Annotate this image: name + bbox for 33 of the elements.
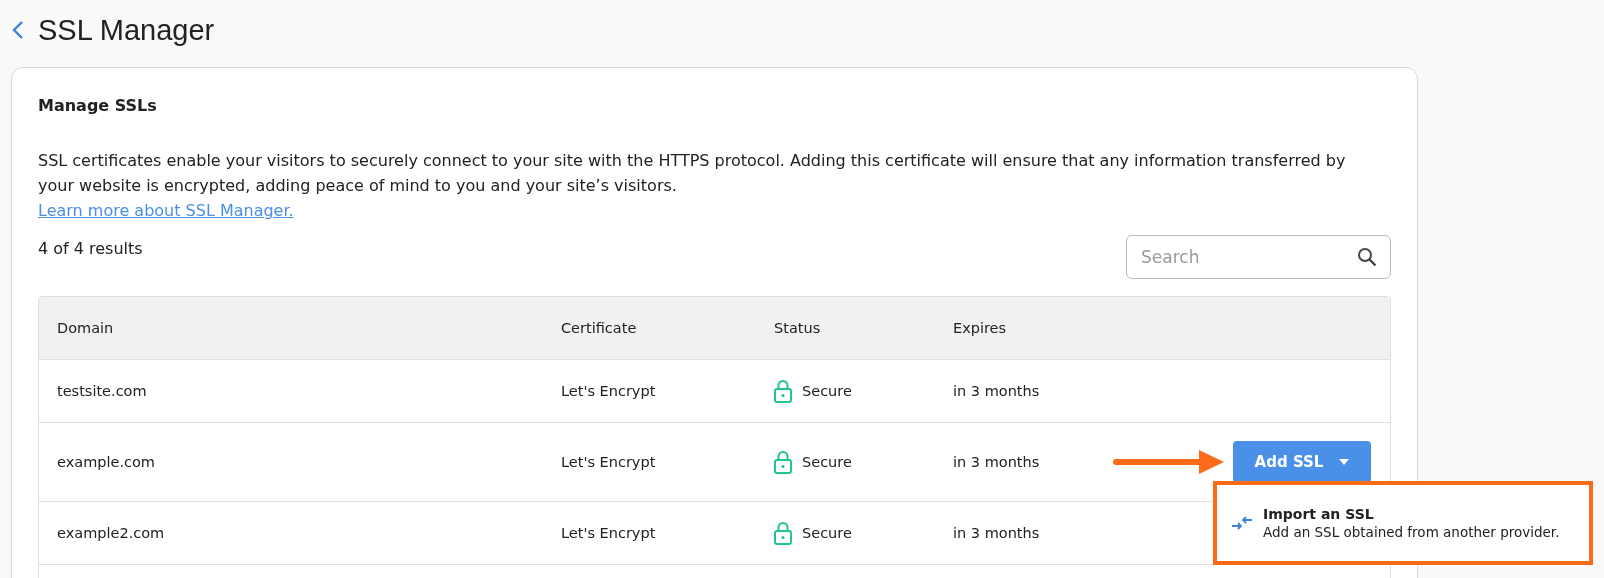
table-cell-text: in 3 months	[952, 383, 1041, 399]
page-title: SSL Manager	[38, 13, 215, 47]
search-field[interactable]: Search	[1126, 235, 1391, 279]
description: SSL certificates enable your visitors to securely connect to your site with the HTTPS protocol. Adding this certificate will ensure that any information transferred by your website is encrypted, adding peace of mind to you and your site’s visitors.	[38, 150, 1347, 197]
lock-icon	[774, 521, 792, 545]
column-header: Status	[773, 320, 822, 336]
status-text: Secure	[802, 525, 852, 541]
search-icon[interactable]	[1357, 247, 1377, 267]
table-cell-text: example.com	[56, 454, 156, 470]
column-header: Expires	[952, 320, 1008, 336]
menu-item-description: Add an SSL obtained from another provider.	[1263, 524, 1560, 540]
table-cell-text: testsite.com	[56, 383, 148, 399]
menu-item-title: Import an SSL	[1263, 506, 1375, 522]
lock-icon	[774, 379, 792, 403]
section-heading: Manage SSLs	[38, 96, 158, 115]
status-text: Secure	[802, 454, 852, 470]
add-ssl-button[interactable]: Add SSL	[1233, 441, 1371, 483]
import-arrows-icon	[1231, 515, 1253, 531]
column-header: Certificate	[560, 320, 638, 336]
lock-icon	[774, 450, 792, 474]
table-cell-text: Let's Encrypt	[560, 525, 657, 541]
status-text: Secure	[802, 383, 852, 399]
caret-icon	[1339, 459, 1350, 465]
table-cell-text: Let's Encrypt	[560, 454, 657, 470]
table-cell-text: in 3 months	[952, 525, 1041, 541]
menu-item[interactable]: Import an SSL Add an SSL obtained from another provider.	[1231, 506, 1560, 540]
table-cell-text: example2.com	[56, 525, 166, 541]
back-icon[interactable]	[12, 20, 24, 40]
learn-more-link[interactable]: Learn more about SSL Manager.	[38, 198, 294, 223]
table-cell-text: Let's Encrypt	[560, 383, 657, 399]
table-cell-text: in 3 months	[952, 454, 1041, 470]
column-header: Domain	[56, 320, 115, 336]
results-count: 4 of 4 results	[38, 239, 143, 258]
